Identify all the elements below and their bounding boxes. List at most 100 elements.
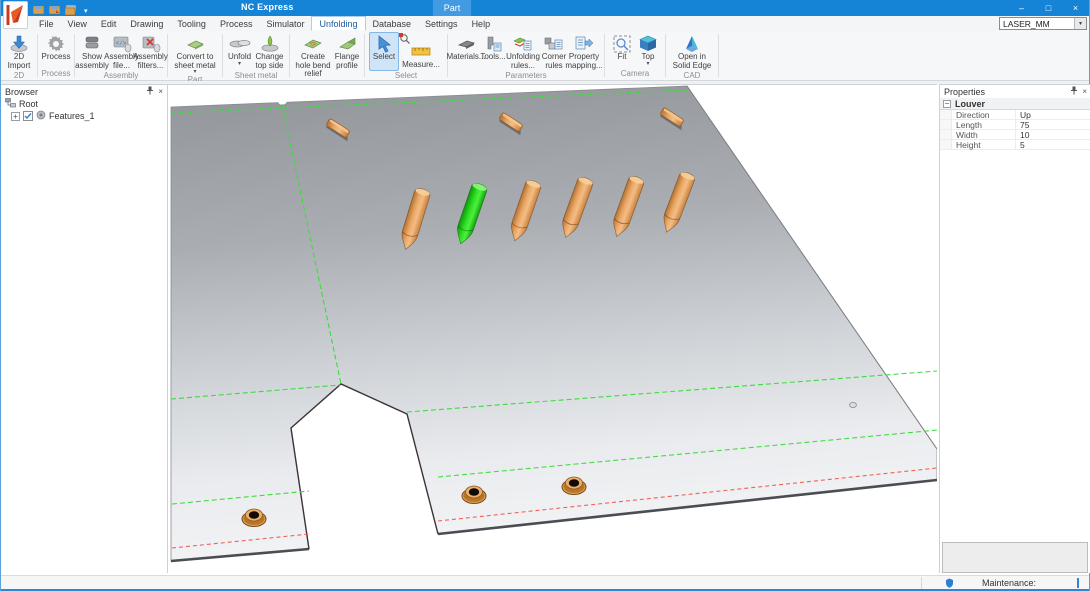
group-label-assembly: Assembly	[77, 71, 165, 81]
property-label: Length	[952, 120, 1016, 130]
document-tab-part[interactable]: Part	[433, 0, 471, 16]
button-label: Convert to sheet metal	[172, 53, 218, 70]
process-button[interactable]: Process	[40, 32, 72, 69]
materials-button[interactable]: Materials...	[451, 32, 481, 71]
assembly-filters-button[interactable]: Assembly filters...	[136, 32, 165, 71]
close-panel-icon[interactable]: ×	[1082, 87, 1087, 96]
tools-button[interactable]: Tools...	[481, 32, 505, 71]
assembly-file-button[interactable]: </> Assembly file...	[107, 32, 136, 71]
top-view-cube-icon	[637, 34, 659, 53]
property-row-height[interactable]: Height 5	[940, 140, 1090, 150]
menu-item-help[interactable]: Help	[465, 16, 498, 31]
nc-express-logo[interactable]	[3, 1, 28, 29]
open-in-solid-edge-button[interactable]: Open in Solid Edge	[670, 32, 714, 71]
maximize-icon: □	[1046, 3, 1051, 13]
group-separator	[364, 34, 365, 77]
close-panel-icon[interactable]: ×	[158, 87, 163, 96]
row-gutter	[940, 120, 952, 129]
maximize-button[interactable]: □	[1035, 0, 1062, 16]
corner-rules-button[interactable]: Corner rules	[541, 32, 567, 71]
top-view-button[interactable]: Top ▾	[635, 32, 661, 69]
property-row-width[interactable]: Width 10	[940, 130, 1090, 140]
nc-express-logo-icon	[5, 3, 26, 27]
pin-icon[interactable]	[146, 86, 154, 97]
expand-icon[interactable]: +	[11, 112, 20, 121]
group-label-parameters: Parameters	[450, 71, 602, 81]
property-value[interactable]: 75	[1016, 120, 1090, 130]
fit-button[interactable]: Fit	[609, 32, 635, 69]
status-bar: Maintenance: 06.06.2022	[1, 575, 1089, 589]
convert-to-sheet-metal-button[interactable]: Convert to sheet metal ▾	[171, 32, 219, 75]
properties-section-louver[interactable]: − Louver	[940, 98, 1090, 110]
group-label-process: Process	[40, 69, 72, 80]
ribbon-group-cad: Open in Solid Edge CAD	[668, 31, 716, 80]
menu-item-edit[interactable]: Edit	[94, 16, 124, 31]
menu-item-database[interactable]: Database	[366, 16, 419, 31]
menu-item-drawing[interactable]: Drawing	[123, 16, 170, 31]
feature-checkbox[interactable]	[23, 111, 33, 121]
menu-item-simulator[interactable]: Simulator	[259, 16, 311, 31]
tree-item-label: Root	[19, 99, 38, 109]
property-mapping-button[interactable]: Property mapping...	[567, 32, 601, 71]
menu-item-file[interactable]: File	[32, 16, 61, 31]
properties-section-label: Louver	[955, 99, 985, 109]
row-gutter	[940, 140, 952, 149]
assembly-filters-icon	[140, 34, 162, 53]
menu-item-unfolding[interactable]: Unfolding	[311, 16, 365, 31]
property-value[interactable]: 5	[1016, 140, 1090, 150]
group-separator	[604, 34, 605, 77]
property-row-direction[interactable]: Direction Up	[940, 110, 1090, 120]
select-options-icon[interactable]	[399, 32, 411, 50]
property-value[interactable]: Up	[1016, 110, 1090, 120]
minimize-button[interactable]: –	[1008, 0, 1035, 16]
tools-icon	[482, 34, 504, 53]
feature-icon	[36, 110, 46, 122]
select-button[interactable]: Select	[369, 32, 399, 71]
close-icon: ×	[1073, 3, 1078, 13]
statusbar-separator	[921, 577, 922, 589]
tree-item-features[interactable]: + Features_1	[1, 110, 167, 122]
ribbon-group-flat-pattern: Create hole bend relief Flange profile F…	[292, 31, 362, 80]
3d-viewport[interactable]	[168, 84, 937, 573]
properties-panel-title: Properties	[944, 87, 1066, 97]
menu-item-tooling[interactable]: Tooling	[170, 16, 213, 31]
collapse-icon[interactable]: −	[943, 100, 951, 108]
technology-combobox[interactable]: LASER_MM ▾	[999, 17, 1087, 30]
small-hole	[850, 402, 857, 407]
menu-item-settings[interactable]: Settings	[418, 16, 465, 31]
2d-import-icon	[8, 34, 30, 53]
create-hole-bend-relief-button[interactable]: Create hole bend relief	[293, 32, 333, 80]
feature-tree: Root + Features_1	[1, 98, 167, 122]
change-top-side-button[interactable]: Change top side	[253, 32, 286, 71]
properties-panel: Properties × − Louver Direction Up Lengt…	[939, 84, 1090, 573]
close-button[interactable]: ×	[1062, 0, 1089, 16]
unfold-button[interactable]: Unfold ▾	[226, 32, 253, 71]
menu-item-process[interactable]: Process	[213, 16, 260, 31]
menu-item-view[interactable]: View	[61, 16, 94, 31]
2d-import-button[interactable]: 2D Import	[3, 32, 35, 71]
pin-icon[interactable]	[1070, 86, 1078, 97]
property-row-length[interactable]: Length 75	[940, 120, 1090, 130]
property-value[interactable]: 10	[1016, 130, 1090, 140]
preview-box	[942, 542, 1088, 573]
tree-item-root[interactable]: Root	[1, 98, 167, 110]
unfolding-rules-button[interactable]: Unfolding rules...	[505, 32, 541, 71]
button-label: Change top side	[254, 53, 285, 70]
button-label: Fit	[618, 53, 627, 62]
show-assembly-button[interactable]: Show assembly	[77, 32, 107, 71]
button-label: Select	[373, 53, 395, 62]
dropdown-caret-icon: ▾	[238, 62, 241, 66]
row-gutter	[940, 110, 952, 119]
convert-to-sheet-metal-icon	[184, 34, 206, 53]
root-icon	[5, 98, 16, 110]
select-cursor-icon	[373, 34, 395, 53]
qat-dropdown-caret-icon[interactable]: ▾	[84, 7, 88, 15]
flange-profile-button[interactable]: Flange profile	[333, 32, 361, 80]
browser-panel-header: Browser ×	[1, 85, 167, 98]
combo-dropdown-icon[interactable]: ▾	[1074, 18, 1086, 29]
tree-item-label: Features_1	[49, 111, 95, 121]
fit-icon	[611, 34, 633, 53]
ribbon-group-select: Select Measure... Select	[367, 31, 445, 80]
title-bar: NC Express Part – □ ×	[1, 0, 1089, 16]
button-label: Open in Solid Edge	[671, 53, 713, 70]
